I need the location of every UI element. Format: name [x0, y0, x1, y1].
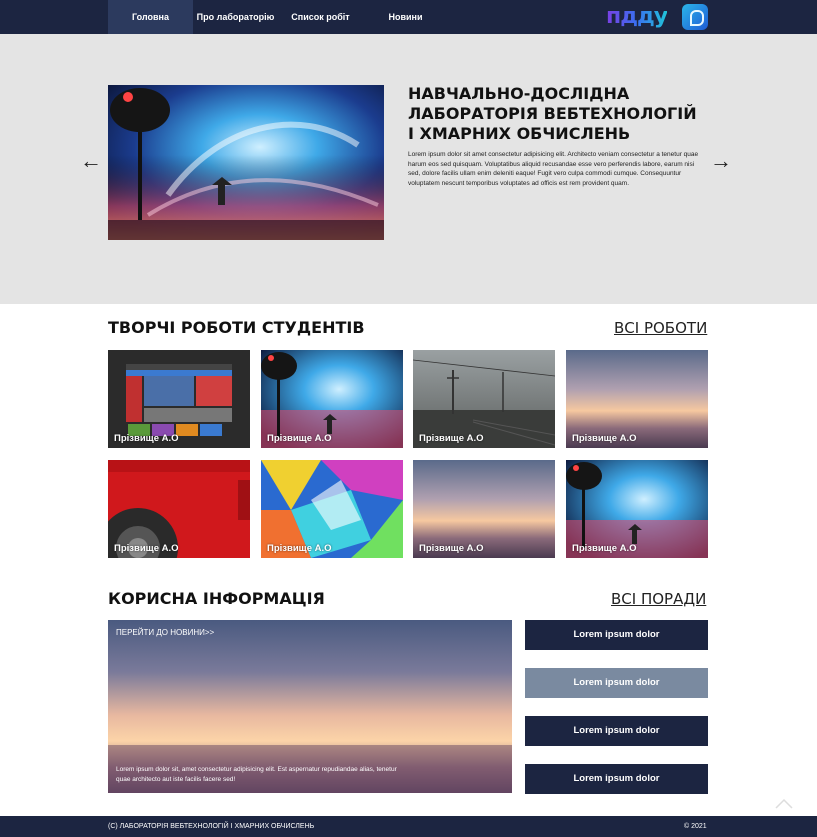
work-card[interactable]: Прізвище А.О [566, 460, 708, 558]
work-card-label: Прізвище А.О [267, 543, 332, 554]
work-card[interactable]: Прізвище А.О [108, 460, 250, 558]
info-button[interactable]: Lorem ipsum dolor [525, 620, 708, 650]
work-card-label: Прізвище А.О [572, 433, 637, 444]
slider-prev-arrow[interactable]: ← [80, 150, 102, 172]
work-card[interactable]: Прізвище А.О [108, 350, 250, 448]
work-card-label: Прізвище А.О [419, 543, 484, 554]
info-button[interactable]: Lorem ipsum dolor [525, 668, 708, 698]
work-card[interactable]: Прізвище А.О [413, 460, 555, 558]
nav-item-news[interactable]: Новини [363, 0, 448, 34]
hero-title: НАВЧАЛЬНО-ДОСЛІДНА ЛАБОРАТОРІЯ ВЕБТЕХНОЛ… [408, 84, 697, 143]
work-card-label: Прізвище А.О [114, 433, 179, 444]
works-section-title: ТВОРЧІ РОБОТИ СТУДЕНТІВ [108, 318, 365, 337]
news-link[interactable]: ПЕРЕЙТИ ДО НОВИНИ>> [116, 628, 214, 637]
footer-copyright: (C) ЛАБОРАТОРІЯ ВЕБТЕХНОЛОГІЙ І ХМАРНИХ … [108, 823, 315, 830]
info-button[interactable]: Lorem ipsum dolor [525, 716, 708, 746]
info-text: Lorem ipsum dolor sit, amet consectetur … [116, 766, 397, 783]
work-card-label: Прізвище А.О [419, 433, 484, 444]
info-section-title: КОРИСНА ІНФОРМАЦІЯ [108, 589, 325, 608]
logo-icon[interactable] [682, 4, 708, 30]
work-card-label: Прізвище А.О [572, 543, 637, 554]
all-tips-link[interactable]: ВСІ ПОРАДИ [611, 589, 706, 609]
top-navigation: Головна Про лабораторію Список робіт Нов… [0, 0, 817, 34]
footer-year: © 2021 [684, 823, 707, 830]
hero-image [108, 85, 384, 240]
logo-text[interactable]: пдду [606, 4, 668, 30]
scroll-to-top-icon[interactable] [774, 796, 794, 810]
work-card-label: Прізвище А.О [114, 543, 179, 554]
footer: (C) ЛАБОРАТОРІЯ ВЕБТЕХНОЛОГІЙ І ХМАРНИХ … [0, 816, 817, 837]
nav-item-about[interactable]: Про лабораторію [193, 0, 278, 34]
nav-item-works-list[interactable]: Список робіт [278, 0, 363, 34]
all-works-link[interactable]: ВСІ РОБОТИ [614, 318, 707, 338]
work-card[interactable]: Прізвище А.О [566, 350, 708, 448]
slider-next-arrow[interactable]: → [710, 150, 732, 172]
nav-item-home[interactable]: Головна [108, 0, 193, 34]
hero-slider: ← НАВЧАЛЬНО-ДОСЛІДНА ЛАБОРАТОРІЯ ВЕБТЕХН… [0, 34, 817, 304]
work-card-label: Прізвище А.О [267, 433, 332, 444]
work-card[interactable]: Прізвище А.О [413, 350, 555, 448]
info-button[interactable]: Lorem ipsum dolor [525, 764, 708, 794]
work-card[interactable]: Прізвище А.О [261, 350, 403, 448]
work-card[interactable]: Прізвище А.О [261, 460, 403, 558]
hero-description: Lorem ipsum dolor sit amet consectetur a… [408, 151, 699, 187]
